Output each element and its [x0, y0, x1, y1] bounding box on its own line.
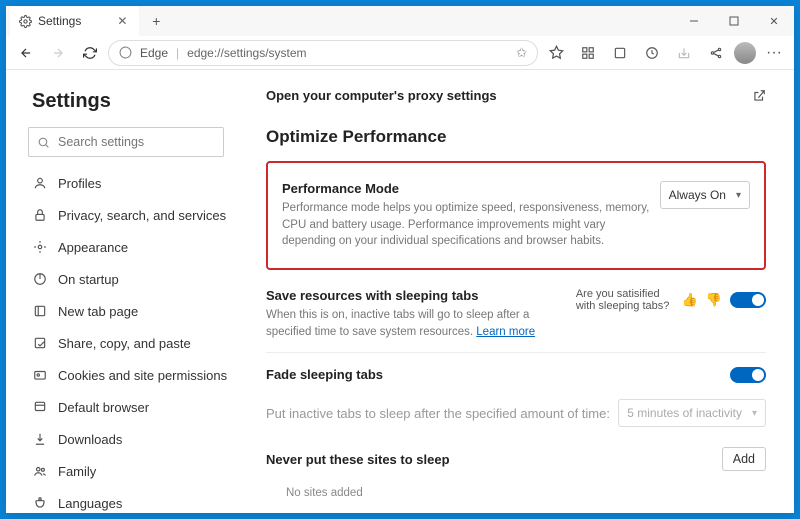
close-tab-icon[interactable]: ✕ [115, 14, 129, 28]
chevron-down-icon: ▾ [752, 408, 757, 419]
sidebar-item-label: New tab page [58, 304, 138, 319]
browser-tab[interactable]: Settings ✕ [10, 6, 139, 36]
edge-icon [119, 46, 132, 59]
search-settings[interactable] [28, 127, 224, 157]
titlebar: Settings ✕ + ✕ [6, 6, 794, 36]
maximize-button[interactable] [714, 6, 754, 36]
sidebar-item-profiles[interactable]: Profiles [6, 167, 238, 199]
nav-icon [32, 399, 48, 415]
sidebar-item-cookies-and-site-permissions[interactable]: Cookies and site permissions [6, 359, 238, 391]
address-bar[interactable]: Edge | edge://settings/system ✩ [108, 40, 538, 66]
sidebar-item-new-tab-page[interactable]: New tab page [6, 295, 238, 327]
external-link-icon[interactable] [752, 89, 766, 103]
sidebar-item-label: Downloads [58, 432, 122, 447]
gear-icon [18, 14, 32, 28]
sidebar-item-label: Profiles [58, 176, 101, 191]
nav-icon [32, 431, 48, 447]
nav-icon [32, 367, 48, 383]
app-icon[interactable] [702, 39, 730, 67]
sleeping-tabs-title: Save resources with sleeping tabs [266, 288, 566, 303]
performance-mode-title: Performance Mode [282, 181, 650, 196]
forward-button [44, 39, 72, 67]
extensions-icon[interactable] [606, 39, 634, 67]
nav-icon [32, 175, 48, 191]
profile-avatar[interactable] [734, 42, 756, 64]
sidebar-item-label: Privacy, search, and services [58, 208, 226, 223]
sidebar-item-label: Cookies and site permissions [58, 368, 227, 383]
address-url: edge://settings/system [187, 46, 508, 60]
read-aloud-icon[interactable]: ✩ [516, 45, 527, 61]
minimize-button[interactable] [674, 6, 714, 36]
sidebar-item-label: Family [58, 464, 96, 479]
fade-sleeping-toggle[interactable] [730, 367, 766, 383]
sidebar-item-label: Share, copy, and paste [58, 336, 191, 351]
chevron-down-icon: ▾ [736, 190, 741, 201]
page-title: Settings [6, 84, 238, 123]
performance-mode-desc: Performance mode helps you optimize spee… [282, 200, 650, 250]
sidebar-item-default-browser[interactable]: Default browser [6, 391, 238, 423]
sidebar-item-label: On startup [58, 272, 119, 287]
inactive-sleep-dropdown: 5 minutes of inactivity ▾ [618, 399, 766, 427]
learn-more-link[interactable]: Learn more [476, 326, 535, 338]
sleeping-tabs-toggle[interactable] [730, 292, 766, 308]
sidebar-item-privacy-search-and-services[interactable]: Privacy, search, and services [6, 199, 238, 231]
sidebar-item-on-startup[interactable]: On startup [6, 263, 238, 295]
inactive-sleep-label: Put inactive tabs to sleep after the spe… [266, 406, 610, 421]
close-window-button[interactable]: ✕ [754, 6, 794, 36]
sleeping-tabs-desc: When this is on, inactive tabs will go t… [266, 307, 566, 340]
nav-icon [32, 303, 48, 319]
nav-icon [32, 271, 48, 287]
address-context: Edge [140, 46, 168, 60]
sidebar-item-label: Languages [58, 496, 122, 511]
search-input[interactable] [58, 135, 219, 149]
refresh-button[interactable] [76, 39, 104, 67]
search-icon [37, 136, 50, 149]
back-button[interactable] [12, 39, 40, 67]
never-sleep-empty: No sites added [266, 481, 766, 499]
nav-icon [32, 239, 48, 255]
toolbar: Edge | edge://settings/system ✩ ··· [6, 36, 794, 70]
tab-title: Settings [38, 14, 81, 28]
never-sleep-title: Never put these sites to sleep [266, 452, 450, 467]
fade-sleeping-title: Fade sleeping tabs [266, 367, 383, 382]
performance-icon[interactable] [638, 39, 666, 67]
settings-main: Open your computer's proxy settings Opti… [238, 70, 794, 513]
sidebar-item-share-copy-and-paste[interactable]: Share, copy, and paste [6, 327, 238, 359]
sidebar-item-family[interactable]: Family [6, 455, 238, 487]
sidebar-item-label: Default browser [58, 400, 149, 415]
thumbs-down-icon[interactable]: 👎 [706, 292, 722, 308]
collections-icon[interactable] [574, 39, 602, 67]
nav-icon [32, 495, 48, 511]
sidebar-item-languages[interactable]: Languages [6, 487, 238, 513]
performance-mode-dropdown[interactable]: Always On ▾ [660, 181, 750, 209]
nav-icon [32, 335, 48, 351]
favorites-icon[interactable] [542, 39, 570, 67]
sidebar-item-label: Appearance [58, 240, 128, 255]
nav-icon [32, 463, 48, 479]
share-icon[interactable] [670, 39, 698, 67]
settings-sidebar: Settings Profiles Privacy, search, and se… [6, 70, 238, 513]
proxy-settings-link[interactable]: Open your computer's proxy settings [266, 88, 497, 103]
new-tab-button[interactable]: + [143, 8, 169, 34]
feedback-question: Are you satisified with sleeping tabs? [576, 288, 674, 312]
more-menu-icon[interactable]: ··· [760, 39, 788, 67]
performance-mode-card: Performance Mode Performance mode helps … [266, 161, 766, 270]
thumbs-up-icon[interactable]: 👍 [682, 292, 698, 308]
add-site-button[interactable]: Add [722, 447, 766, 471]
sidebar-item-downloads[interactable]: Downloads [6, 423, 238, 455]
sidebar-item-appearance[interactable]: Appearance [6, 231, 238, 263]
section-optimize-performance: Optimize Performance [266, 127, 766, 147]
nav-icon [32, 207, 48, 223]
